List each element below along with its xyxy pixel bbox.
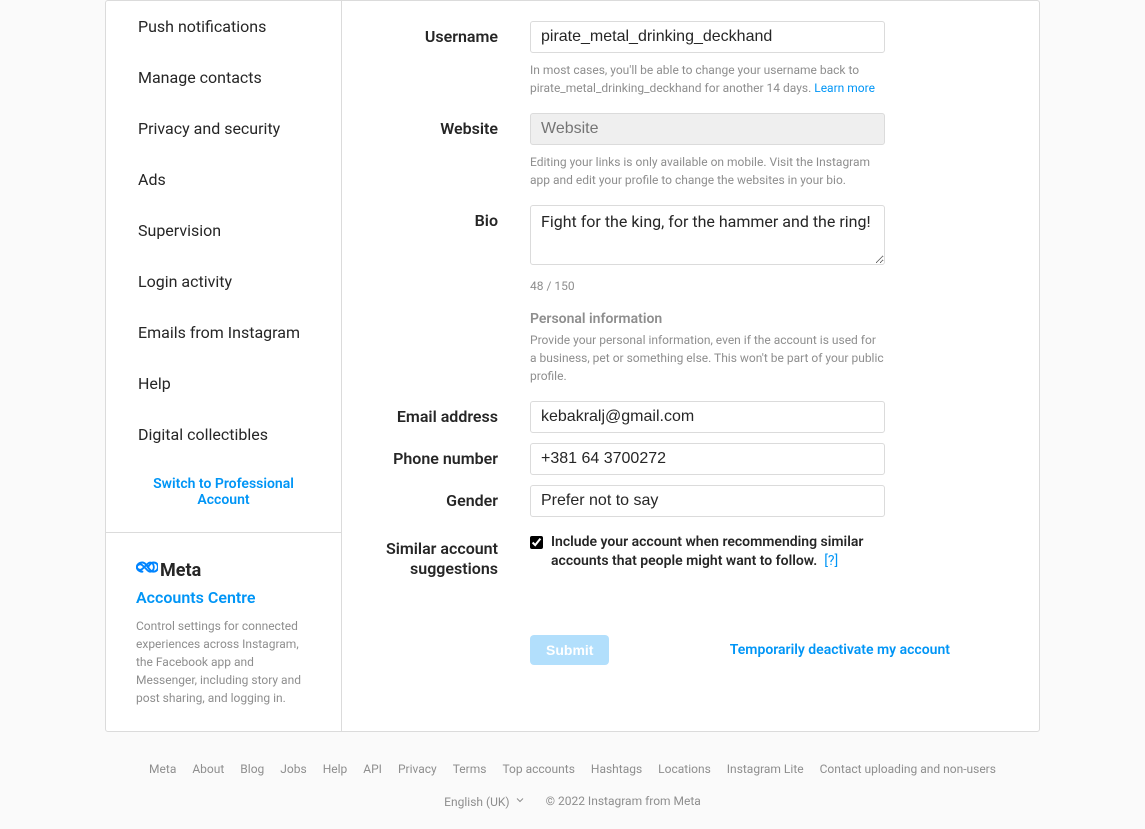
settings-card: Push notifications Manage contacts Priva… bbox=[105, 0, 1040, 732]
accounts-centre-desc: Control settings for connected experienc… bbox=[136, 617, 311, 707]
footer-link-api[interactable]: API bbox=[363, 762, 382, 776]
deactivate-account-link[interactable]: Temporarily deactivate my account bbox=[730, 642, 950, 658]
edit-profile-form: Username In most cases, you'll be able t… bbox=[342, 1, 1039, 731]
bio-counter: 48 / 150 bbox=[530, 277, 885, 295]
gender-select[interactable] bbox=[530, 485, 885, 517]
sidebar-item-ads[interactable]: Ads bbox=[106, 154, 341, 205]
settings-sidebar: Push notifications Manage contacts Priva… bbox=[106, 1, 342, 731]
bio-textarea[interactable] bbox=[530, 205, 885, 265]
bio-label: Bio bbox=[362, 205, 530, 295]
footer-link-instagram-lite[interactable]: Instagram Lite bbox=[727, 762, 804, 776]
gender-label: Gender bbox=[362, 485, 530, 517]
personal-info-desc: Provide your personal information, even … bbox=[530, 331, 885, 385]
footer-link-help[interactable]: Help bbox=[323, 762, 348, 776]
sidebar-item-supervision[interactable]: Supervision bbox=[106, 205, 341, 256]
footer-link-about[interactable]: About bbox=[192, 762, 224, 776]
sidebar-item-manage-contacts[interactable]: Manage contacts bbox=[106, 52, 341, 103]
page-footer: Meta About Blog Jobs Help API Privacy Te… bbox=[105, 762, 1040, 809]
similar-suggestions-help-link[interactable]: [?] bbox=[824, 553, 838, 569]
sidebar-item-push-notifications[interactable]: Push notifications bbox=[106, 1, 341, 52]
sidebar-item-privacy-security[interactable]: Privacy and security bbox=[106, 103, 341, 154]
similar-suggestions-text-inner: Include your account when recommending s… bbox=[551, 534, 863, 569]
similar-suggestions-row[interactable]: Include your account when recommending s… bbox=[530, 533, 885, 571]
phone-label: Phone number bbox=[362, 443, 530, 475]
similar-suggestions-text: Include your account when recommending s… bbox=[551, 533, 885, 571]
accounts-centre-panel: Meta Accounts Centre Control settings fo… bbox=[106, 532, 341, 731]
language-label: English (UK) bbox=[444, 795, 509, 809]
footer-link-meta[interactable]: Meta bbox=[149, 762, 176, 776]
similar-suggestions-checkbox[interactable] bbox=[530, 535, 543, 550]
footer-link-locations[interactable]: Locations bbox=[658, 762, 711, 776]
website-helper: Editing your links is only available on … bbox=[530, 153, 885, 189]
personal-info-heading: Personal information bbox=[530, 311, 885, 327]
meta-brand-text: Meta bbox=[160, 560, 201, 581]
username-input[interactable] bbox=[530, 21, 885, 53]
meta-infinity-icon bbox=[136, 557, 160, 584]
email-label: Email address bbox=[362, 401, 530, 433]
sidebar-item-emails-from-instagram[interactable]: Emails from Instagram bbox=[106, 307, 341, 358]
sidebar-item-help[interactable]: Help bbox=[106, 358, 341, 409]
username-label: Username bbox=[362, 21, 530, 97]
phone-input[interactable] bbox=[530, 443, 885, 475]
sidebar-item-login-activity[interactable]: Login activity bbox=[106, 256, 341, 307]
submit-button[interactable]: Submit bbox=[530, 635, 609, 665]
footer-link-jobs[interactable]: Jobs bbox=[280, 762, 306, 776]
username-helper-text: In most cases, you'll be able to change … bbox=[530, 63, 859, 95]
email-input[interactable] bbox=[530, 401, 885, 433]
footer-link-blog[interactable]: Blog bbox=[240, 762, 264, 776]
footer-link-top-accounts[interactable]: Top accounts bbox=[502, 762, 574, 776]
footer-links: Meta About Blog Jobs Help API Privacy Te… bbox=[105, 762, 1040, 776]
switch-professional-link[interactable]: Switch to Professional Account bbox=[106, 460, 341, 532]
footer-link-privacy[interactable]: Privacy bbox=[398, 762, 437, 776]
website-label: Website bbox=[362, 113, 530, 189]
sidebar-nav: Push notifications Manage contacts Priva… bbox=[106, 1, 341, 460]
footer-link-contact-uploading[interactable]: Contact uploading and non-users bbox=[820, 762, 996, 776]
website-input bbox=[530, 113, 885, 145]
footer-link-hashtags[interactable]: Hashtags bbox=[591, 762, 642, 776]
sidebar-item-digital-collectibles[interactable]: Digital collectibles bbox=[106, 409, 341, 460]
username-learn-more-link[interactable]: Learn more bbox=[814, 81, 875, 95]
similar-suggestions-label: Similar account suggestions bbox=[362, 533, 530, 579]
username-helper: In most cases, you'll be able to change … bbox=[530, 61, 885, 97]
accounts-centre-link[interactable]: Accounts Centre bbox=[136, 588, 311, 607]
footer-link-terms[interactable]: Terms bbox=[453, 762, 487, 776]
meta-logo: Meta bbox=[136, 557, 311, 584]
